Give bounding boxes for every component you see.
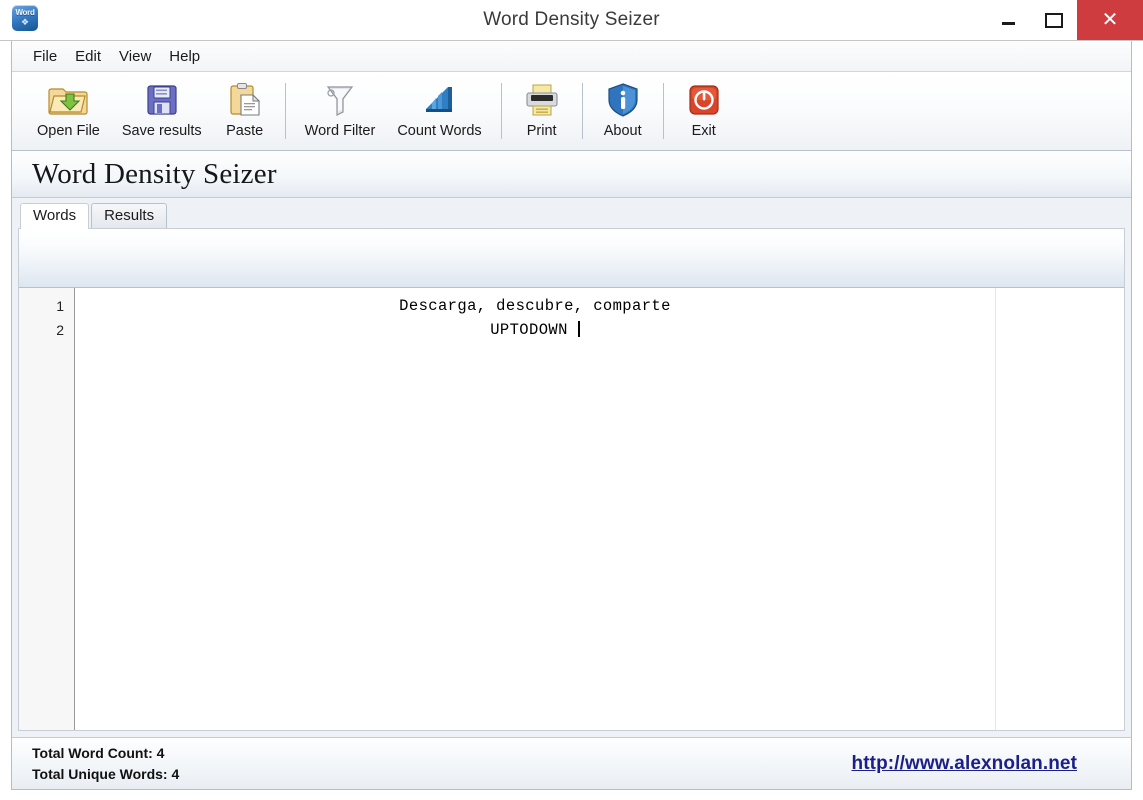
menu-bar: File Edit View Help bbox=[12, 41, 1131, 72]
line-number-gutter: 1 2 bbox=[19, 288, 75, 730]
tab-strip: Words Results bbox=[18, 202, 1125, 229]
status-counts: Total Word Count: 4 Total Unique Words: … bbox=[32, 743, 179, 785]
page-title-band: Word Density Seizer bbox=[12, 151, 1131, 198]
window-frame: File Edit View Help Open File Save resul… bbox=[11, 41, 1132, 790]
text-editor[interactable]: 1 2 Descarga, descubre, comparte UPTODOW… bbox=[19, 288, 1124, 730]
bar-chart-icon bbox=[418, 80, 460, 120]
open-folder-icon bbox=[47, 80, 89, 120]
maximize-icon bbox=[1045, 12, 1063, 28]
word-filter-button[interactable]: Word Filter bbox=[294, 76, 387, 146]
tab-panel-words: 1 2 Descarga, descubre, comparte UPTODOW… bbox=[18, 228, 1125, 731]
save-results-button[interactable]: Save results bbox=[111, 76, 213, 146]
tab-words[interactable]: Words bbox=[20, 203, 90, 229]
about-button[interactable]: About bbox=[591, 76, 655, 146]
printer-icon bbox=[521, 80, 563, 120]
close-icon: ✕ bbox=[1101, 9, 1119, 31]
app-icon-caption: Word bbox=[15, 8, 35, 17]
app-icon-glyph: ❖ bbox=[20, 17, 30, 27]
title-bar: Word ❖ Word Density Seizer ✕ bbox=[0, 0, 1143, 41]
line-number: 2 bbox=[56, 322, 64, 338]
open-file-button[interactable]: Open File bbox=[26, 76, 111, 146]
toolbar-separator bbox=[500, 83, 502, 139]
status-bar: Total Word Count: 4 Total Unique Words: … bbox=[12, 737, 1131, 789]
editor-line-text: UPTODOWN bbox=[490, 321, 568, 339]
tab-results[interactable]: Results bbox=[91, 203, 168, 229]
exit-label: Exit bbox=[691, 123, 716, 139]
paste-button[interactable]: Paste bbox=[213, 76, 277, 146]
maximize-button[interactable] bbox=[1031, 0, 1077, 40]
minimize-icon bbox=[1001, 21, 1015, 25]
menu-item-edit[interactable]: Edit bbox=[66, 46, 110, 67]
website-link[interactable]: http://www.alexnolan.net bbox=[852, 753, 1115, 775]
funnel-filter-icon bbox=[319, 80, 361, 120]
line-number: 1 bbox=[56, 298, 64, 314]
count-words-button[interactable]: Count Words bbox=[386, 76, 492, 146]
toolbar-separator bbox=[662, 83, 664, 139]
editor-line-with-caret: UPTODOWN bbox=[75, 318, 995, 342]
exit-button[interactable]: Exit bbox=[672, 76, 736, 146]
word-filter-label: Word Filter bbox=[304, 123, 376, 139]
about-label: About bbox=[603, 123, 642, 139]
toolbar-separator bbox=[284, 83, 286, 139]
count-words-label: Count Words bbox=[397, 123, 482, 139]
text-caret bbox=[577, 321, 580, 337]
toolbar-separator bbox=[581, 83, 583, 139]
print-button[interactable]: Print bbox=[510, 76, 574, 146]
window-title: Word Density Seizer bbox=[483, 9, 660, 30]
editor-right-rail bbox=[995, 288, 1124, 730]
total-word-count: Total Word Count: 4 bbox=[32, 744, 165, 761]
power-exit-icon bbox=[683, 80, 725, 120]
editor-text-area[interactable]: Descarga, descubre, comparte UPTODOWN bbox=[75, 288, 995, 730]
window-controls: ✕ bbox=[985, 0, 1143, 40]
editor-line: Descarga, descubre, comparte bbox=[399, 297, 671, 315]
minimize-button[interactable] bbox=[985, 0, 1031, 40]
menu-item-help[interactable]: Help bbox=[160, 46, 209, 67]
open-file-label: Open File bbox=[37, 123, 100, 139]
info-shield-icon bbox=[602, 80, 644, 120]
clipboard-paste-icon bbox=[224, 80, 266, 120]
toolbar: Open File Save results Paste Word Filter… bbox=[12, 72, 1131, 151]
paste-label: Paste bbox=[226, 123, 264, 139]
floppy-disk-icon bbox=[141, 80, 183, 120]
menu-item-file[interactable]: File bbox=[24, 46, 66, 67]
total-unique-words: Total Unique Words: 4 bbox=[32, 765, 180, 782]
panel-top-strip bbox=[19, 229, 1124, 288]
word-app-icon: Word ❖ bbox=[12, 5, 38, 31]
close-button[interactable]: ✕ bbox=[1077, 0, 1143, 40]
save-results-label: Save results bbox=[121, 123, 202, 139]
print-label: Print bbox=[526, 123, 557, 139]
tab-host: Words Results 1 2 Descarga, descubre, co… bbox=[12, 198, 1131, 737]
menu-item-view[interactable]: View bbox=[110, 46, 160, 67]
page-title: Word Density Seizer bbox=[32, 157, 277, 190]
